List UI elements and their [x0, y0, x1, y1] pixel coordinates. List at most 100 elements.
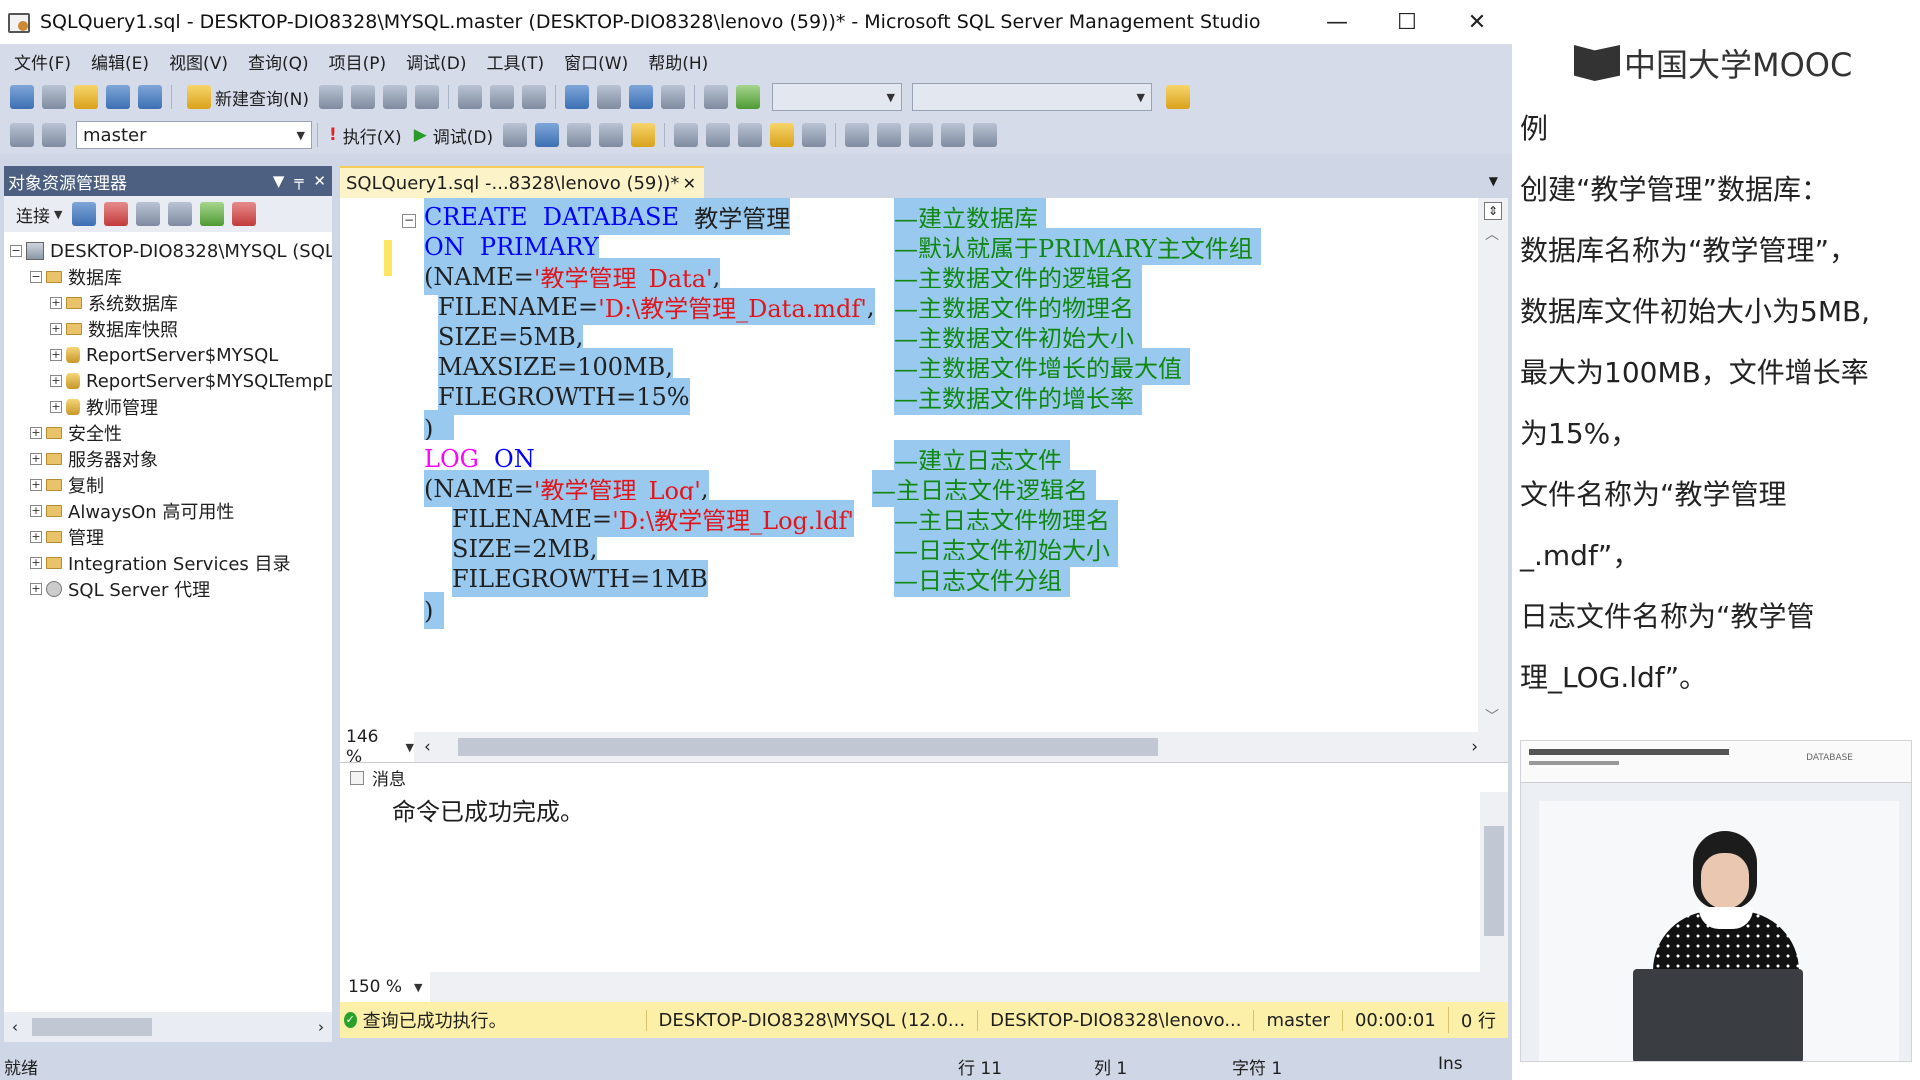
scroll-left-icon[interactable]: ‹	[424, 737, 431, 757]
menu-debug[interactable]: 调试(D)	[396, 49, 476, 74]
save-icon[interactable]	[106, 85, 130, 109]
db-engine-query-icon[interactable]	[318, 85, 343, 109]
activity-icon[interactable]	[232, 202, 257, 226]
results-grid-icon[interactable]	[770, 123, 795, 147]
expand-icon[interactable]: +	[30, 427, 42, 439]
minimize-button[interactable]: —	[1302, 0, 1372, 44]
menu-tools[interactable]: 工具(T)	[477, 49, 555, 74]
expand-icon[interactable]: +	[30, 505, 42, 517]
split-icon[interactable]: ⇕	[1484, 202, 1502, 220]
menu-file[interactable]: 文件(F)	[4, 49, 81, 74]
cut-icon[interactable]	[457, 85, 482, 109]
close-icon[interactable]: ✕	[313, 172, 326, 190]
results-text-icon[interactable]	[738, 123, 763, 147]
connect-explorer-icon[interactable]	[72, 202, 97, 226]
tree-node-server[interactable]: − DESKTOP-DIO8328\MYSQL (SQL	[10, 238, 332, 264]
mdx-query-icon[interactable]	[382, 85, 407, 109]
execute-button[interactable]: ! 执行(X)	[329, 123, 402, 148]
database-select[interactable]: master ▼	[76, 121, 312, 149]
menu-project[interactable]: 项目(P)	[319, 49, 397, 74]
redo-icon[interactable]	[596, 85, 621, 109]
tree-node-reportserver-temp[interactable]: + ReportServer$MYSQLTempD	[50, 368, 332, 394]
tab-sqlquery1[interactable]: SQLQuery1.sql -...8328\lenovo (59))* ✕	[340, 166, 704, 198]
tree-node-databases[interactable]: − 数据库	[30, 264, 122, 290]
maximize-button[interactable]: ☐	[1372, 0, 1442, 44]
debug-button[interactable]: ▶ 调试(D)	[414, 123, 493, 148]
outline-collapse-icon[interactable]: −	[402, 214, 416, 228]
refresh-icon[interactable]	[200, 202, 225, 226]
editor-zoom[interactable]: 146 % ▼	[340, 727, 414, 767]
scroll-up-icon[interactable]: ︿	[1485, 224, 1499, 244]
xmla-query-icon[interactable]	[414, 85, 439, 109]
collapse-icon[interactable]: −	[30, 271, 42, 283]
disconnect-icon[interactable]	[104, 202, 129, 226]
results-vscroll[interactable]	[1480, 792, 1508, 972]
scroll-left-icon[interactable]: ‹	[12, 1018, 18, 1036]
start-icon[interactable]	[735, 85, 760, 109]
connect-button[interactable]: 连接 ▼	[16, 202, 62, 227]
expand-icon[interactable]: +	[50, 349, 62, 361]
menu-help[interactable]: 帮助(H)	[638, 49, 718, 74]
tree-node-teacher-mgmt[interactable]: + 教师管理	[50, 394, 158, 420]
tree-node-alwayson[interactable]: + AlwaysOn 高可用性	[30, 498, 234, 524]
menu-window[interactable]: 窗口(W)	[554, 49, 638, 74]
tree-node-server-objects[interactable]: + 服务器对象	[30, 446, 158, 472]
chevron-down-icon[interactable]: ▼	[1489, 174, 1498, 188]
estimated-plan-icon[interactable]	[567, 123, 592, 147]
stop-icon[interactable]	[503, 123, 528, 147]
decrease-indent-icon[interactable]	[909, 123, 934, 147]
navigate-icon[interactable]	[628, 85, 653, 109]
open-file-icon[interactable]	[74, 85, 98, 109]
new-project-icon[interactable]	[10, 85, 34, 109]
object-explorer-hscroll[interactable]: ‹ ›	[4, 1012, 332, 1042]
stop-icon[interactable]	[136, 202, 161, 226]
properties-icon[interactable]	[1165, 85, 1190, 109]
screen-icon[interactable]	[703, 85, 728, 109]
editor-hscroll-thumb[interactable]	[458, 738, 1158, 756]
scroll-thumb[interactable]	[1484, 826, 1504, 936]
code-area[interactable]: CREATE DATABASE 教学管理 —建立数据库 ON PRIMARY —…	[424, 198, 1488, 732]
scroll-thumb[interactable]	[32, 1018, 152, 1036]
expand-icon[interactable]: +	[30, 557, 42, 569]
results-zoom[interactable]: 150 % ▼	[340, 972, 430, 1002]
tree-node-replication[interactable]: + 复制	[30, 472, 104, 498]
query-designer-icon[interactable]	[599, 123, 624, 147]
expand-icon[interactable]: +	[30, 583, 42, 595]
solution-config-select[interactable]: ▼	[771, 83, 902, 111]
uncomment-icon[interactable]	[877, 123, 902, 147]
menu-edit[interactable]: 编辑(E)	[81, 49, 159, 74]
paste-icon[interactable]	[521, 85, 546, 109]
collapse-icon[interactable]: −	[10, 245, 22, 257]
expand-icon[interactable]: +	[50, 297, 62, 309]
expand-icon[interactable]: +	[50, 323, 62, 335]
client-stats-icon[interactable]	[706, 123, 731, 147]
results-to-icon[interactable]	[631, 123, 656, 147]
expand-icon[interactable]: +	[50, 401, 62, 413]
results-file-icon[interactable]	[802, 123, 827, 147]
increase-indent-icon[interactable]	[941, 123, 966, 147]
save-all-icon[interactable]	[138, 85, 162, 109]
pin-icon[interactable]: ╤	[294, 172, 303, 190]
filter-icon[interactable]	[168, 202, 193, 226]
parse-icon[interactable]	[535, 123, 560, 147]
comment-icon[interactable]	[845, 123, 870, 147]
tree-node-integration-services[interactable]: + Integration Services 目录	[30, 550, 291, 576]
scroll-right-icon[interactable]: ›	[318, 1018, 324, 1036]
close-tab-icon[interactable]: ✕	[683, 174, 696, 193]
find-combo[interactable]: ▼	[911, 83, 1152, 111]
add-item-icon[interactable]	[42, 85, 66, 109]
tree-node-sql-agent[interactable]: + SQL Server 代理	[30, 576, 210, 602]
scroll-down-icon[interactable]: ﹀	[1485, 706, 1499, 726]
connect-icon[interactable]	[10, 123, 34, 147]
new-query-button[interactable]: 新建查询(N)	[183, 85, 309, 110]
specify-values-icon[interactable]	[973, 123, 998, 147]
editor-vscroll[interactable]: ⇕ ︿ ﹀	[1478, 198, 1508, 732]
include-plan-icon[interactable]	[674, 123, 699, 147]
menu-query[interactable]: 查询(Q)	[238, 49, 319, 74]
copy-icon[interactable]	[489, 85, 514, 109]
expand-icon[interactable]: +	[30, 531, 42, 543]
tree-node-security[interactable]: + 安全性	[30, 420, 122, 446]
sql-editor[interactable]: − CREATE DATABASE 教学管理 —建立数据库 ON PRIMARY…	[340, 198, 1508, 732]
expand-icon[interactable]: +	[30, 479, 42, 491]
scroll-right-icon[interactable]: ›	[1471, 737, 1478, 757]
